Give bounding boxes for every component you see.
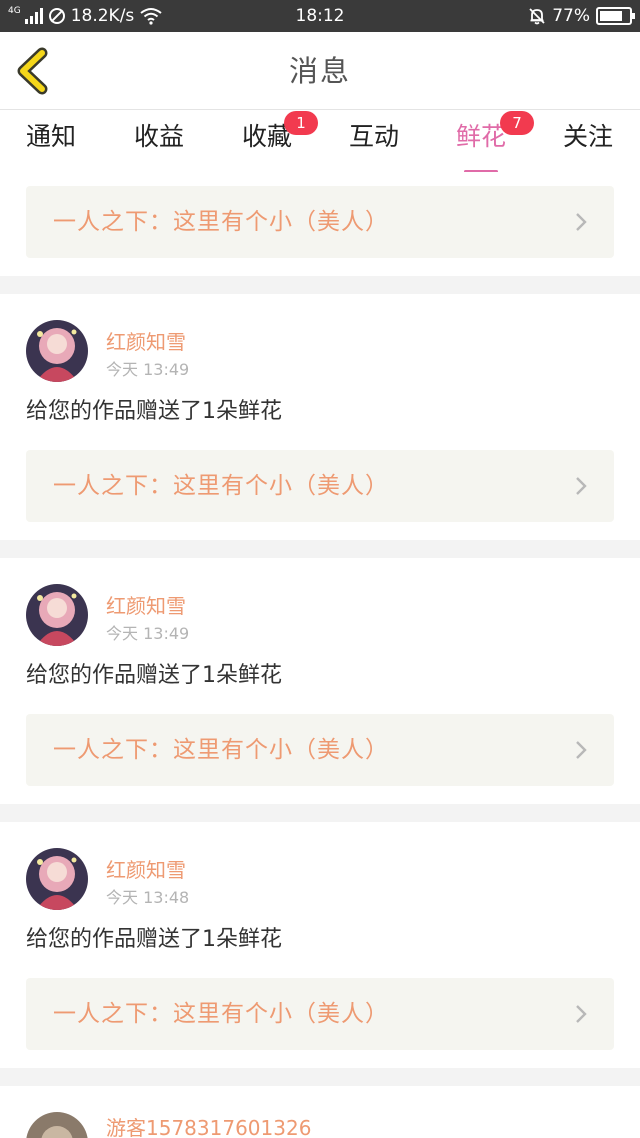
tab-label: 鲜花 (455, 122, 506, 151)
sender-row: 红颜知雪 今天 13:49 (26, 558, 614, 658)
chevron-right-icon (576, 213, 587, 231)
status-right: 77% (528, 0, 635, 32)
message-tabs: 通知 收益 收藏 1 互动 鲜花 7 关注 (0, 110, 640, 173)
chevron-right-icon (576, 477, 587, 495)
message-time: 今天 13:49 (106, 360, 190, 379)
tab-interactions[interactable]: 互动 (319, 120, 429, 172)
work-link[interactable]: 一人之下：这里有个小（美人） (26, 186, 614, 258)
sender-row: 游客1578317601326 (26, 1086, 614, 1138)
nav-header: 消息 (0, 32, 640, 110)
sender-name[interactable]: 游客1578317601326 (106, 1112, 311, 1138)
message-card: 红颜知雪 今天 13:49 给您的作品赠送了1朵鲜花 一人之下：这里有个小（美人… (0, 558, 640, 804)
avatar[interactable] (26, 1112, 88, 1138)
work-link[interactable]: 一人之下：这里有个小（美人） (26, 978, 614, 1050)
message-card: 游客1578317601326 (0, 1086, 640, 1138)
back-button[interactable] (12, 44, 62, 96)
battery-percent: 77% (552, 6, 590, 26)
divider (0, 1068, 640, 1086)
page-title: 消息 (288, 54, 351, 88)
chevron-left-icon (17, 47, 48, 95)
unread-badge: 1 (284, 111, 318, 135)
message-text: 给您的作品赠送了1朵鲜花 (26, 927, 282, 952)
battery-icon (596, 7, 635, 25)
avatar[interactable] (26, 584, 88, 646)
sender-name[interactable]: 红颜知雪 (106, 590, 186, 619)
sender-name[interactable]: 红颜知雪 (106, 326, 186, 355)
message-card: 红颜知雪 今天 13:48 给您的作品赠送了1朵鲜花 一人之下：这里有个小（美人… (0, 822, 640, 1068)
flower-message-list: 一人之下：这里有个小（美人） 红颜知雪 今天 13:49 给您的作品赠送了1朵鲜… (0, 172, 640, 1138)
sender-name[interactable]: 红颜知雪 (106, 854, 186, 883)
status-bar: 4G 18.2K/s 18:12 77% (0, 0, 640, 32)
tab-label: 互动 (348, 122, 399, 151)
tab-follows[interactable]: 关注 (533, 120, 640, 172)
message-card: 红颜知雪 今天 13:49 给您的作品赠送了1朵鲜花 一人之下：这里有个小（美人… (0, 294, 640, 540)
avatar[interactable] (26, 848, 88, 910)
message-time: 今天 13:48 (106, 888, 190, 907)
tab-flowers[interactable]: 鲜花 7 (426, 111, 536, 173)
work-title: 一人之下：这里有个小（美人） (53, 473, 389, 499)
sender-row: 红颜知雪 今天 13:49 (26, 294, 614, 394)
work-link[interactable]: 一人之下：这里有个小（美人） (26, 714, 614, 786)
divider (0, 276, 640, 294)
tab-notifications[interactable]: 通知 (0, 120, 106, 172)
message-text: 给您的作品赠送了1朵鲜花 (26, 399, 282, 424)
tab-label: 收益 (133, 122, 184, 151)
divider (0, 804, 640, 822)
message-time: 今天 13:49 (106, 624, 190, 643)
sender-row: 红颜知雪 今天 13:48 (26, 822, 614, 922)
message-text: 给您的作品赠送了1朵鲜花 (26, 663, 282, 688)
divider (0, 540, 640, 558)
work-title: 一人之下：这里有个小（美人） (53, 737, 389, 763)
tab-earnings[interactable]: 收益 (104, 120, 214, 172)
work-title: 一人之下：这里有个小（美人） (53, 1001, 389, 1027)
message-card: 一人之下：这里有个小（美人） (0, 172, 640, 276)
unread-badge: 7 (500, 111, 534, 135)
work-link[interactable]: 一人之下：这里有个小（美人） (26, 450, 614, 522)
tab-favorites[interactable]: 收藏 1 (212, 111, 322, 172)
work-title: 一人之下：这里有个小（美人） (53, 209, 389, 235)
tab-label: 通知 (25, 122, 76, 151)
chevron-right-icon (576, 1005, 587, 1023)
chevron-right-icon (576, 741, 587, 759)
alarm-off-icon (529, 8, 545, 25)
avatar[interactable] (26, 320, 88, 382)
tab-label: 关注 (562, 122, 613, 151)
